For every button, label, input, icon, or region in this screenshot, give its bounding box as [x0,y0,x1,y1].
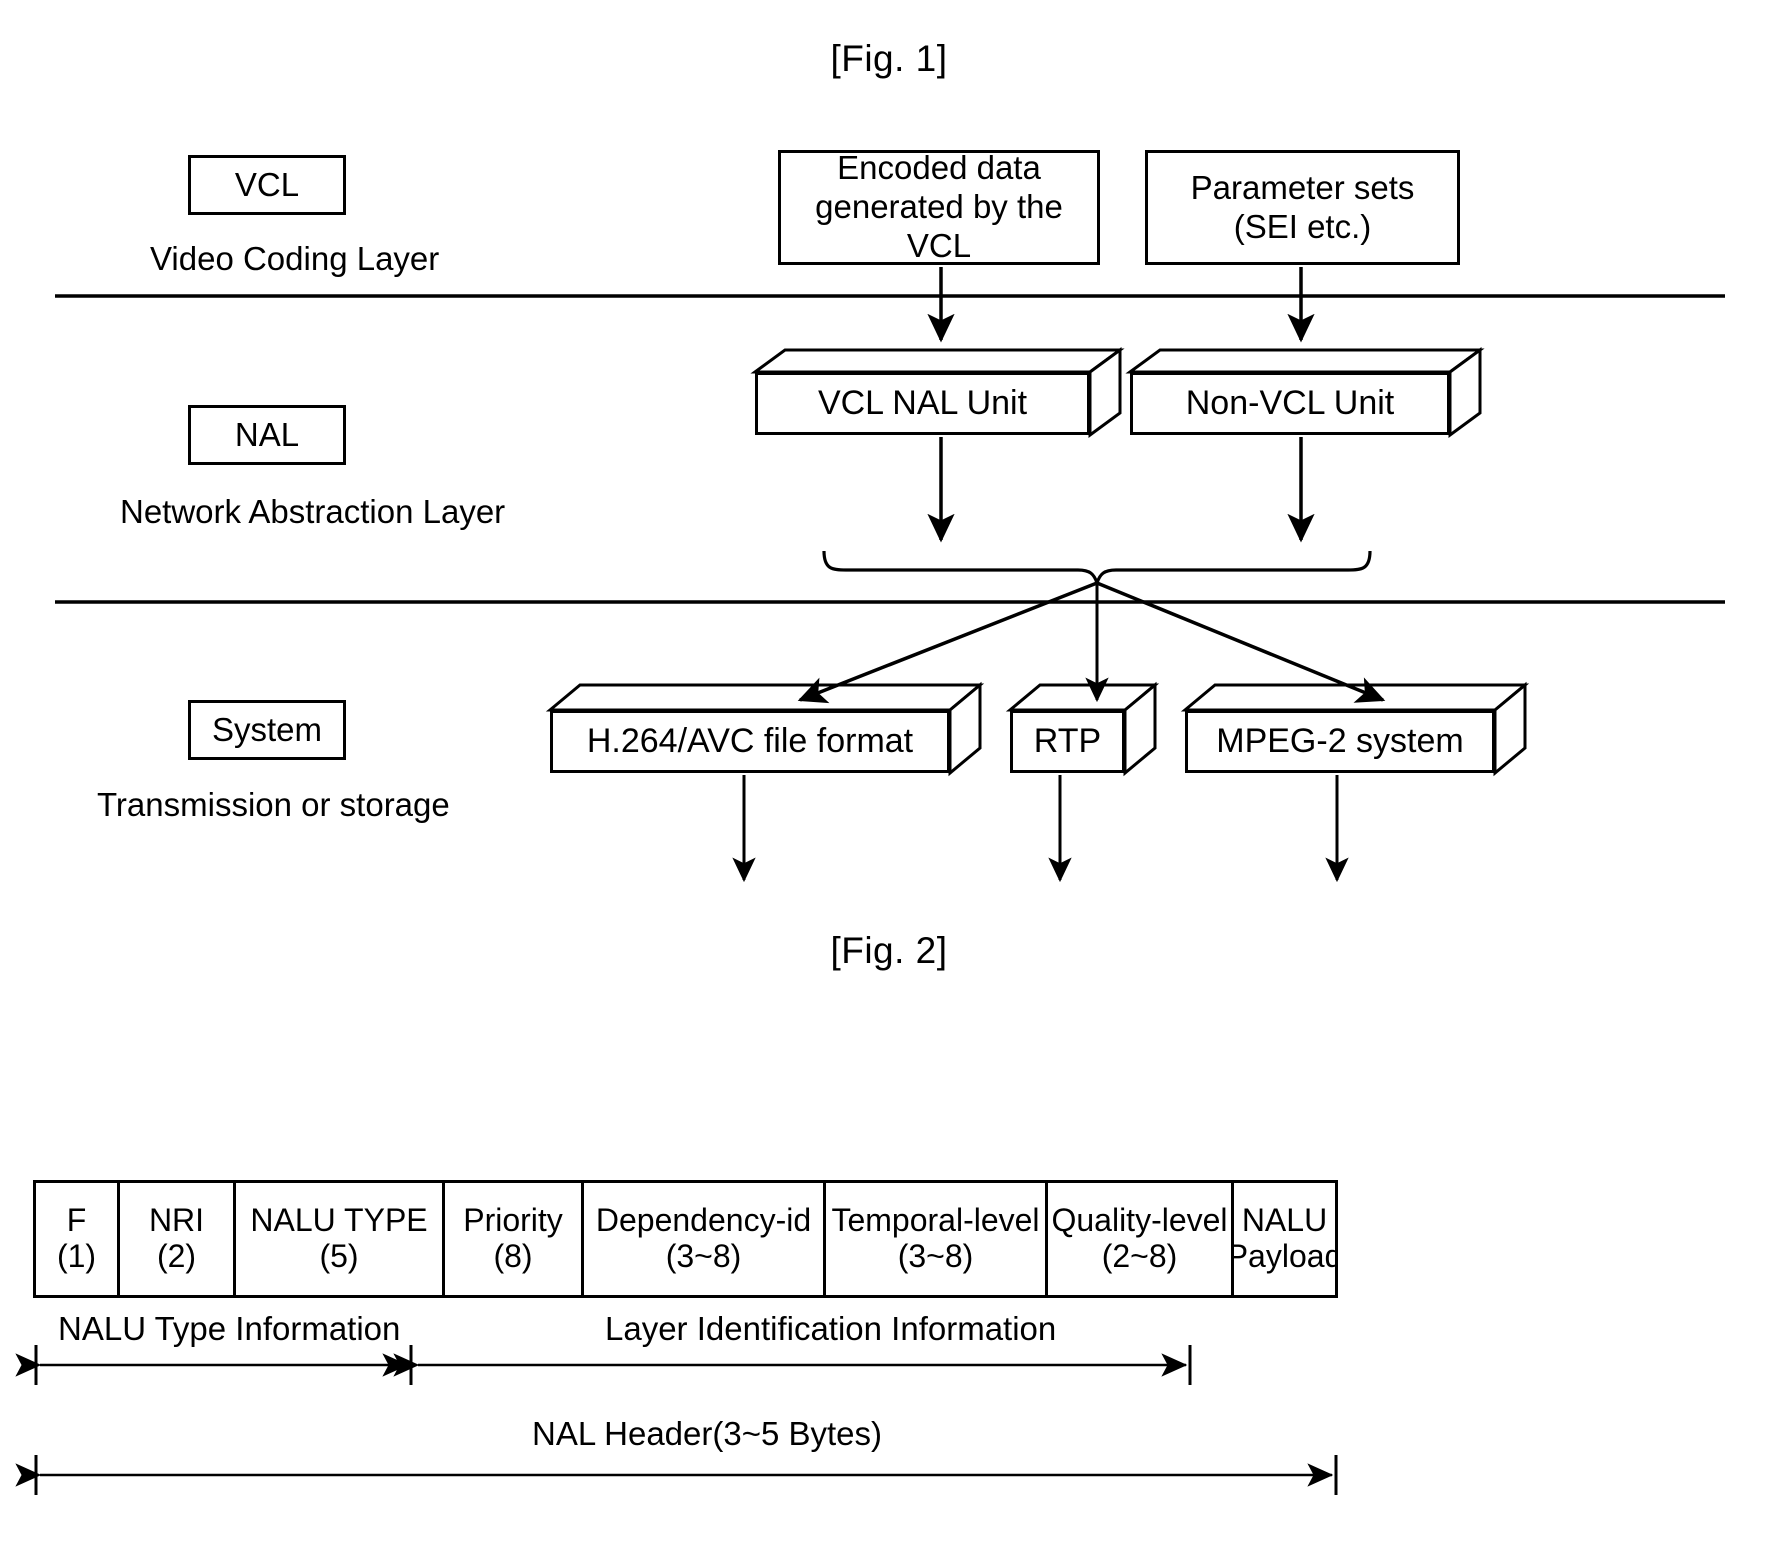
field-bits-f: (1) [56,1238,97,1274]
parameter-sets-box-line1: Parameter sets [1190,168,1415,206]
table-cell-quality-level: Quality-level (2~8) [1048,1183,1234,1295]
vcl-nal-unit-block: VCL NAL Unit [755,350,1120,435]
parameter-sets-box: Parameter sets (SEI etc.) [1145,150,1460,265]
arrow-brace-to-h264 [797,581,1098,704]
nal-layer-tag-label: NAL [234,415,300,453]
vcl-layer-tag-label: VCL [234,165,300,203]
table-cell-nalu-type: NALU TYPE (5) [236,1183,445,1295]
parameter-sets-box-line2: (SEI etc.) [1233,207,1372,245]
table-cell-dependency-id: Dependency-id (3~8) [584,1183,826,1295]
nal-layer-name: Network Abstraction Layer [120,493,506,530]
field-bits-nalu-payload: Payload [1234,1238,1335,1274]
system-layer-tag-label: System [211,710,323,748]
field-name-quality-level: Quality-level [1051,1202,1228,1239]
rtp-label: RTP [1033,722,1102,760]
field-bits-nri: (2) [156,1238,197,1274]
patent-figure-canvas: [Fig. 1] [Fig. 2] VCL Video Coding Layer… [0,0,1778,1558]
annotation-nalu-type-info: NALU Type Information [58,1310,401,1347]
annotation-nal-header: NAL Header(3~5 Bytes) [532,1415,883,1452]
field-bits-quality-level: (2~8) [1101,1238,1178,1274]
mpeg2-system-label: MPEG-2 system [1216,722,1464,760]
arrow-brace-to-mpeg2 [1096,581,1386,703]
mpeg2-system-block: MPEG-2 system [1185,685,1525,773]
field-name-temporal-level: Temporal-level [831,1202,1040,1239]
encoded-data-box-line2: generated by the VCL [815,188,1063,264]
field-name-f: F [66,1202,87,1239]
rtp-block: RTP [1010,685,1155,773]
field-name-dependency-id: Dependency-id [595,1202,812,1239]
nal-layer-tag: NAL [188,405,346,465]
nal-header-table: F (1) NRI (2) NALU TYPE (5) Priority (8)… [33,1180,1338,1298]
figure-2-title: [Fig. 2] [830,930,948,971]
field-name-nalu-payload: NALU [1241,1202,1328,1239]
field-bits-temporal-level: (3~8) [897,1238,974,1274]
figure-1-title: [Fig. 1] [830,38,948,79]
table-cell-priority: Priority (8) [445,1183,584,1295]
system-layer-name: Transmission or storage [97,786,450,823]
encoded-data-box: Encoded data generated by the VCL [778,149,1100,265]
field-name-priority: Priority [463,1202,563,1239]
encoded-data-box-line1: Encoded data [837,149,1041,187]
field-bits-priority: (8) [493,1238,533,1274]
non-vcl-unit-block: Non-VCL Unit [1130,350,1480,435]
field-name-nalu-type: NALU TYPE [250,1202,428,1239]
vcl-layer-name: Video Coding Layer [150,240,440,277]
table-cell-temporal-level: Temporal-level (3~8) [826,1183,1048,1295]
annotation-layer-id-info: Layer Identification Information [605,1310,1057,1347]
vcl-nal-unit-label: VCL NAL Unit [817,384,1028,422]
h264-file-format-label: H.264/AVC file format [586,722,914,760]
vcl-layer-tag: VCL [188,155,346,215]
field-name-nri: NRI [148,1202,205,1239]
non-vcl-unit-label: Non-VCL Unit [1185,384,1395,422]
system-layer-tag: System [188,700,346,760]
field-bits-dependency-id: (3~8) [665,1238,742,1274]
table-cell-f: F (1) [36,1183,120,1295]
table-cell-nalu-payload: NALU Payload [1234,1183,1335,1295]
h264-file-format-block: H.264/AVC file format [550,685,980,773]
field-bits-nalu-type: (5) [319,1238,359,1274]
table-cell-nri: NRI (2) [120,1183,236,1295]
nal-unit-brace [822,550,1372,589]
